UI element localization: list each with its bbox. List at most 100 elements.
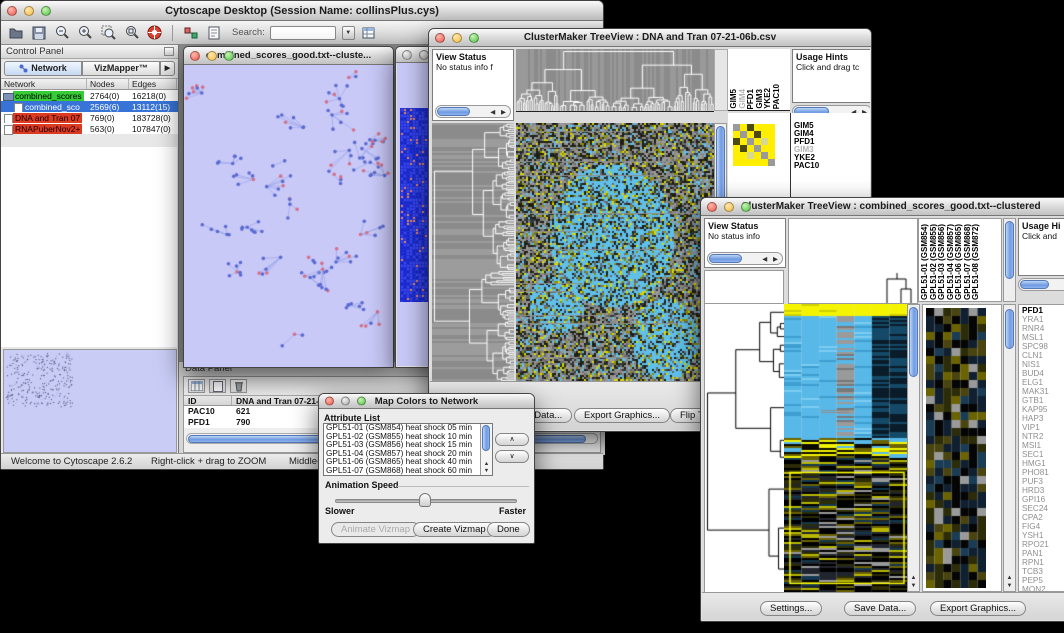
export-graphics-button[interactable]: Export Graphics... bbox=[930, 601, 1026, 616]
gene-label[interactable]: BUD4 bbox=[1022, 369, 1064, 378]
gene-label[interactable]: PHO81 bbox=[1022, 468, 1064, 477]
heatmap-canvas[interactable] bbox=[516, 123, 714, 381]
gene-label[interactable]: NTR2 bbox=[1022, 432, 1064, 441]
view-status-scrollbar[interactable]: ◀ ▶ bbox=[707, 252, 783, 265]
save-data-button[interactable]: Save Data... bbox=[844, 601, 916, 616]
gene-label[interactable]: RNR4 bbox=[1022, 324, 1064, 333]
view-status-scrollbar[interactable]: ◀ ▶ bbox=[435, 105, 511, 118]
tab-overflow-arrow[interactable]: ▶ bbox=[160, 61, 175, 76]
gene-label[interactable]: ELG1 bbox=[1022, 378, 1064, 387]
row-dendrogram-canvas[interactable] bbox=[432, 123, 514, 381]
heatmap-canvas[interactable] bbox=[784, 304, 907, 592]
network-column-header[interactable]: Nodes bbox=[87, 79, 129, 89]
gene-label[interactable]: MSI1 bbox=[1022, 441, 1064, 450]
gene-label[interactable]: CLN1 bbox=[1022, 351, 1064, 360]
dialog-titlebar[interactable]: Map Colors to Network bbox=[319, 394, 534, 409]
tab-vizmapper[interactable]: VizMapper™ bbox=[82, 61, 160, 76]
gene-label[interactable]: HAP3 bbox=[1022, 414, 1064, 423]
data-column-header[interactable]: ID bbox=[184, 396, 232, 405]
attribute-list-scrollbar[interactable]: ▲▼ bbox=[480, 424, 492, 475]
treeview2-titlebar[interactable]: ClusterMaker TreeView : combined_scores_… bbox=[701, 198, 1064, 216]
network-view-canvas[interactable] bbox=[184, 65, 393, 367]
gene-label[interactable]: SEC1 bbox=[1022, 450, 1064, 459]
network-column-header[interactable]: Network bbox=[1, 79, 87, 89]
zoom-button[interactable] bbox=[357, 397, 366, 406]
gene-label[interactable]: PAC10 bbox=[794, 162, 870, 170]
import-table-icon[interactable] bbox=[360, 24, 378, 42]
network-tree-row[interactable]: combined_scores2764(0)16218(0) bbox=[1, 90, 178, 101]
gene-label[interactable]: PFD1 bbox=[1022, 306, 1064, 315]
network-lifering-icon[interactable] bbox=[145, 24, 163, 42]
close-button[interactable] bbox=[435, 33, 445, 43]
gene-label[interactable]: MON2 bbox=[1022, 585, 1064, 592]
zoom-button[interactable] bbox=[469, 33, 479, 43]
row-dendrogram-canvas[interactable] bbox=[704, 304, 785, 592]
gene-label[interactable]: FIG4 bbox=[1022, 522, 1064, 531]
open-icon[interactable] bbox=[7, 24, 25, 42]
search-dropdown-button[interactable]: ▼ bbox=[342, 26, 355, 40]
network-tree-row[interactable]: RNAPuberNov2+563(0)107847(0) bbox=[1, 123, 178, 134]
gene-label[interactable]: PUF3 bbox=[1022, 477, 1064, 486]
move-up-button[interactable]: ∧ bbox=[495, 433, 529, 446]
gene-label[interactable]: YSH1 bbox=[1022, 531, 1064, 540]
slider-thumb[interactable] bbox=[419, 493, 431, 507]
network-window-titlebar[interactable]: combined_scores_good.txt--cluste... bbox=[184, 47, 393, 65]
gene-label[interactable]: GTB1 bbox=[1022, 396, 1064, 405]
close-button[interactable] bbox=[325, 397, 334, 406]
close-button[interactable] bbox=[402, 50, 412, 60]
network-tree-row[interactable]: combined_sco2569(6)13112(15) bbox=[1, 101, 178, 112]
new-attribute-icon[interactable] bbox=[209, 379, 226, 393]
treeview1-titlebar[interactable]: ClusterMaker TreeView : DNA and Tran 07-… bbox=[429, 29, 871, 47]
search-input[interactable] bbox=[270, 26, 336, 40]
gene-label[interactable]: PEP5 bbox=[1022, 576, 1064, 585]
gene-label[interactable]: YRA1 bbox=[1022, 315, 1064, 324]
zoom-selected-icon[interactable] bbox=[99, 24, 117, 42]
zoom-in-icon[interactable] bbox=[76, 24, 94, 42]
gene-label[interactable]: RPN1 bbox=[1022, 558, 1064, 567]
close-button[interactable] bbox=[190, 51, 200, 61]
gene-label[interactable]: SPC98 bbox=[1022, 342, 1064, 351]
animate-vizmap-button[interactable]: Animate Vizmap bbox=[331, 522, 420, 537]
heatmap-vscrollbar[interactable]: ▲▼ bbox=[907, 304, 920, 592]
network-tree-row[interactable]: DNA and Tran 07769(0)183728(0) bbox=[1, 112, 178, 123]
attribute-select-icon[interactable] bbox=[188, 379, 205, 393]
minimize-button[interactable] bbox=[24, 6, 34, 16]
correlation-matrix[interactable] bbox=[733, 124, 775, 166]
save-icon[interactable] bbox=[30, 24, 48, 42]
zoom-fit-icon[interactable] bbox=[122, 24, 140, 42]
node-attribute-icon[interactable] bbox=[182, 24, 200, 42]
labels-vscrollbar[interactable] bbox=[1003, 218, 1016, 302]
gene-label[interactable]: PAN1 bbox=[1022, 549, 1064, 558]
gene-label[interactable]: HRD3 bbox=[1022, 486, 1064, 495]
gene-label[interactable]: VIP1 bbox=[1022, 423, 1064, 432]
attribute-list-item[interactable]: GPL51-07 (GSM868) heat shock 60 min bbox=[324, 467, 492, 476]
move-down-button[interactable]: ∨ bbox=[495, 450, 529, 463]
zoom-button[interactable] bbox=[741, 202, 751, 212]
column-dendrogram-canvas[interactable] bbox=[516, 49, 714, 112]
minimize-button[interactable] bbox=[724, 202, 734, 212]
network-column-header[interactable]: Edges bbox=[129, 79, 177, 89]
delete-attribute-icon[interactable] bbox=[230, 379, 247, 393]
gene-label[interactable]: SEC24 bbox=[1022, 504, 1064, 513]
gene-label[interactable]: RPO21 bbox=[1022, 540, 1064, 549]
zoom-button[interactable] bbox=[41, 6, 51, 16]
settings-button[interactable]: Settings... bbox=[760, 601, 822, 616]
gene-label[interactable]: MAK31 bbox=[1022, 387, 1064, 396]
main-titlebar[interactable]: Cytoscape Desktop (Session Name: collins… bbox=[1, 1, 603, 21]
minimize-button[interactable] bbox=[207, 51, 217, 61]
gene-label[interactable]: NIS1 bbox=[1022, 360, 1064, 369]
zoom-vscrollbar[interactable]: ▲▼ bbox=[1003, 304, 1016, 592]
gene-label[interactable]: GPI16 bbox=[1022, 495, 1064, 504]
minimize-button[interactable] bbox=[452, 33, 462, 43]
gene-label[interactable]: KAP95 bbox=[1022, 405, 1064, 414]
create-vizmap-button[interactable]: Create Vizmap bbox=[413, 522, 496, 537]
gene-label[interactable]: MSL1 bbox=[1022, 333, 1064, 342]
zoom-button[interactable] bbox=[224, 51, 234, 61]
gene-label[interactable]: TCB3 bbox=[1022, 567, 1064, 576]
column-dendrogram-canvas[interactable] bbox=[788, 218, 918, 304]
zoom-out-icon[interactable] bbox=[53, 24, 71, 42]
gene-label[interactable]: CPA2 bbox=[1022, 513, 1064, 522]
gene-label[interactable]: HMG1 bbox=[1022, 459, 1064, 468]
float-panel-icon[interactable] bbox=[164, 47, 174, 56]
usage-hints-scrollbar[interactable] bbox=[1018, 278, 1064, 291]
